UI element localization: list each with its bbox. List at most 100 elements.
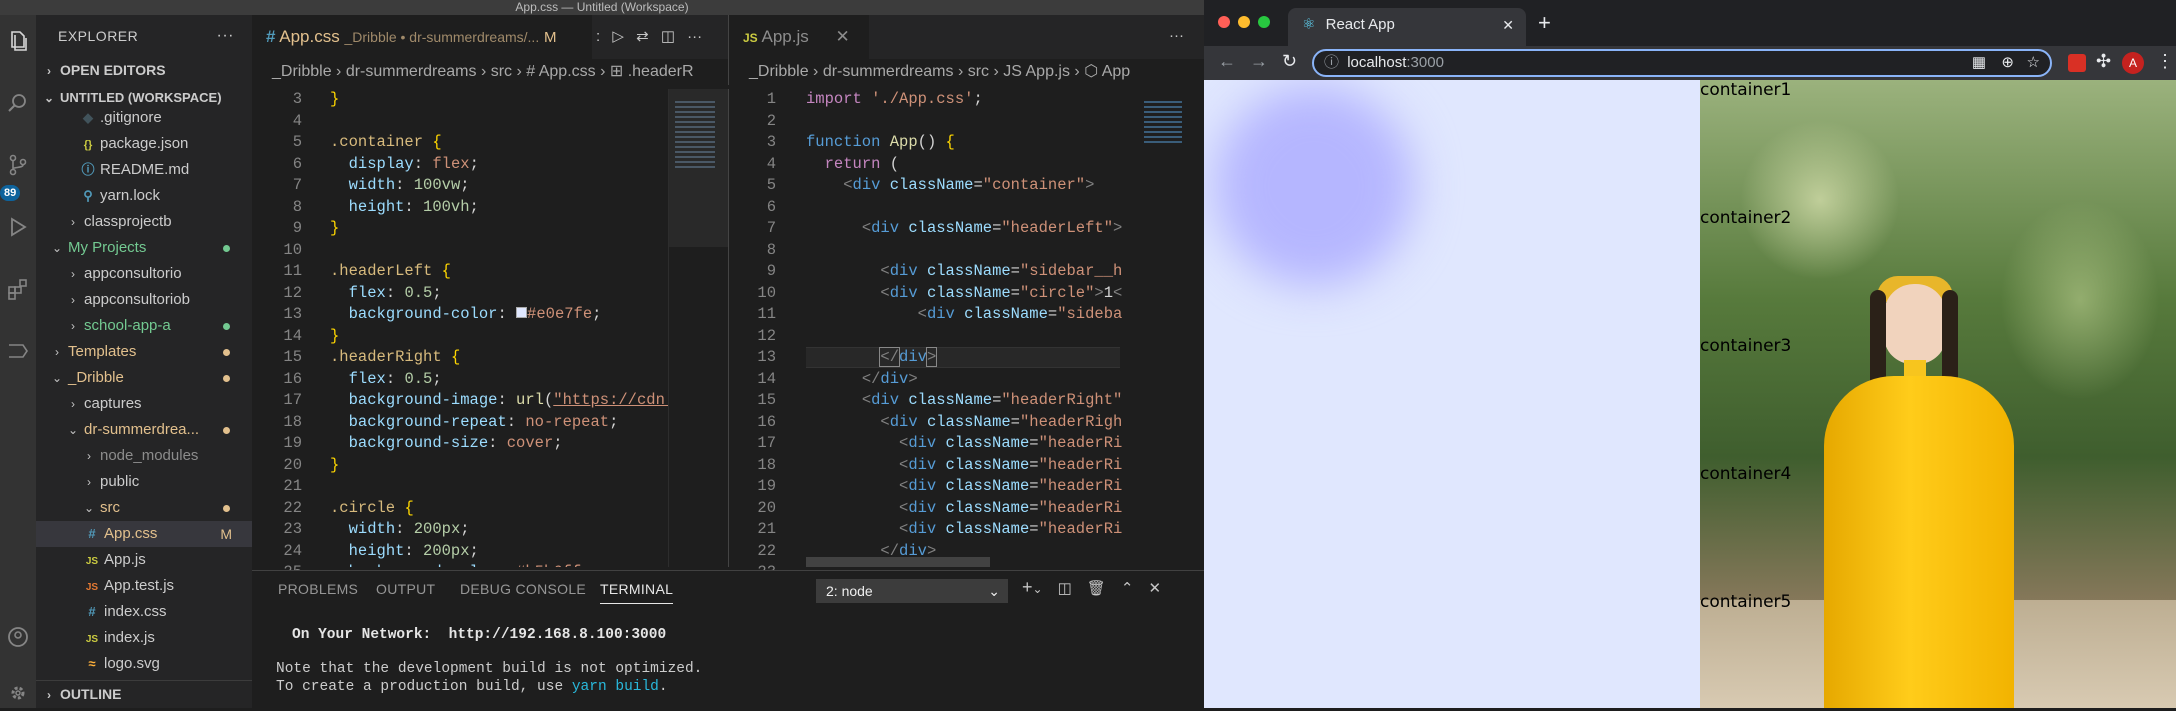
file-app-js[interactable]: JS App.js — [36, 547, 252, 573]
qr-code-icon[interactable]: ▦ — [1972, 51, 1986, 75]
file-yarn-lock[interactable]: ⚲ yarn.lock — [36, 183, 252, 209]
breadcrumb-item[interactable]: dr-summerdreams — [346, 63, 477, 80]
modified-badge: M — [220, 526, 232, 542]
horizontal-scrollbar[interactable] — [806, 557, 990, 567]
more-tabs-icon[interactable]: : — [596, 28, 600, 45]
breadcrumb-item[interactable]: JS App.js — [1003, 63, 1070, 80]
minimize-window-button[interactable] — [1238, 16, 1250, 28]
gear-icon[interactable] — [6, 681, 30, 705]
status-dot — [223, 427, 230, 434]
chevron-right-icon: › — [71, 293, 75, 307]
file-readme[interactable]: ⓘ README.md — [36, 157, 252, 183]
trash-icon[interactable]: 🗑 — [1087, 580, 1106, 597]
folder-node-modules[interactable]: › node_modules — [36, 443, 252, 469]
file-app-css[interactable]: # App.css M — [36, 521, 252, 547]
file-package-json[interactable]: {} package.json — [36, 131, 252, 157]
folder-label: src — [100, 499, 120, 516]
new-tab-button[interactable]: + — [1538, 10, 1551, 36]
file-logo-svg[interactable]: ≈ logo.svg — [36, 651, 252, 673]
tab-problems[interactable]: PROBLEMS — [278, 581, 358, 597]
editor1-code[interactable]: } .container { display: flex; width: 100… — [330, 89, 670, 567]
extensions-icon[interactable] — [6, 277, 30, 301]
folder-captures[interactable]: › captures — [36, 391, 252, 417]
split-terminal-icon[interactable]: ◫ — [1058, 580, 1072, 597]
folder-dribble[interactable]: ⌄ _Dribble — [36, 365, 252, 391]
chevron-right-icon: › — [47, 64, 51, 78]
reload-icon[interactable]: ↻ — [1282, 51, 1297, 72]
remote-explorer-icon[interactable] — [6, 339, 30, 363]
file-gitignore[interactable]: ◆ .gitignore — [36, 105, 252, 131]
folder-my-projects[interactable]: ⌄ My Projects — [36, 235, 252, 261]
more-actions-icon[interactable]: ··· — [1169, 27, 1184, 44]
editor1-minimap[interactable] — [668, 89, 729, 567]
browser-tab[interactable]: ⚛ React App ✕ — [1288, 8, 1526, 46]
breadcrumb-item[interactable]: src — [491, 63, 512, 80]
close-icon[interactable]: ✕ — [835, 27, 849, 46]
folder-classprojectb[interactable]: › classprojectb — [36, 209, 252, 235]
source-control-icon[interactable] — [6, 153, 30, 177]
chevron-right-icon: › — [87, 475, 91, 489]
chevron-up-icon[interactable]: ⌃ — [1121, 580, 1134, 597]
add-terminal-icon[interactable]: + — [1022, 577, 1033, 597]
maximize-window-button[interactable] — [1258, 16, 1270, 28]
close-window-button[interactable] — [1218, 16, 1230, 28]
breadcrumb-item[interactable]: dr-summerdreams — [823, 63, 954, 80]
run-icon[interactable]: ▷ — [612, 28, 624, 45]
browser-tabstrip: ⚛ React App ✕ + — [1204, 0, 2176, 46]
editor2-code[interactable]: import './App.css'; function App() { ret… — [806, 89, 1122, 567]
explorer-header: EXPLORER ··· — [36, 15, 252, 57]
zoom-icon[interactable]: ⊕ — [2001, 51, 2014, 75]
tab-terminal[interactable]: TERMINAL — [600, 581, 674, 604]
outline-section[interactable]: › OUTLINE — [36, 680, 252, 706]
split-editor-icon[interactable]: ◫ — [661, 28, 675, 45]
tab-debug-console[interactable]: DEBUG CONSOLE — [460, 581, 586, 597]
file-label: package.json — [100, 135, 189, 152]
open-editors-section[interactable]: › OPEN EDITORS — [36, 57, 252, 83]
folder-public[interactable]: › public — [36, 469, 252, 495]
file-index-css[interactable]: # index.css — [36, 599, 252, 625]
extension-icon[interactable] — [2068, 54, 2086, 72]
puzzle-icon[interactable]: ✣ — [2096, 51, 2111, 72]
folder-school-app-a[interactable]: › school-app-a — [36, 313, 252, 339]
chevron-down-icon[interactable]: ⌄ — [1033, 582, 1043, 596]
tab-output[interactable]: OUTPUT — [376, 581, 435, 597]
file-app-test-js[interactable]: JS App.test.js — [36, 573, 252, 599]
folder-src[interactable]: ⌄ src — [36, 495, 252, 521]
account-icon[interactable] — [6, 625, 30, 649]
folder-appconsultoriob[interactable]: › appconsultoriob — [36, 287, 252, 313]
file-index-js[interactable]: JS index.js — [36, 625, 252, 651]
breadcrumb-item[interactable]: # App.css — [526, 63, 595, 80]
tab-app-css[interactable]: # App.css _Dribble • dr-summerdreams/...… — [252, 15, 592, 59]
file-label: index.js — [104, 629, 155, 646]
files-icon[interactable] — [6, 29, 30, 53]
breadcrumb-item[interactable]: src — [968, 63, 989, 80]
compare-icon[interactable]: ⇄ — [636, 28, 649, 45]
avatar[interactable]: A — [2122, 52, 2144, 74]
terminal-text: To create a production build, use — [276, 679, 572, 695]
more-actions-icon[interactable]: ··· — [217, 15, 234, 57]
back-icon[interactable]: ← — [1218, 51, 1236, 72]
more-actions-icon[interactable]: ··· — [687, 28, 702, 45]
container-label: container4 — [1700, 464, 1792, 484]
folder-appconsultorio[interactable]: › appconsultorio — [36, 261, 252, 287]
breadcrumb-item[interactable]: _Dribble — [749, 63, 809, 80]
breadcrumb-item[interactable]: _Dribble — [272, 63, 332, 80]
git-icon: ◆ — [83, 110, 93, 125]
folder-dr-summerdreams[interactable]: ⌄ dr-summerdrea... — [36, 417, 252, 443]
editor2-minimap[interactable] — [1140, 89, 1200, 567]
breadcrumb-item[interactable]: ⬡ App — [1084, 63, 1130, 80]
menu-kebab-icon[interactable]: ⋮ — [2156, 51, 2174, 72]
close-icon[interactable]: ✕ — [1148, 580, 1161, 597]
tab-app-js[interactable]: JS App.js ✕ — [729, 15, 869, 59]
tab-label: App.js — [761, 27, 809, 46]
folder-label: school-app-a — [84, 317, 171, 334]
forward-icon[interactable]: → — [1250, 51, 1268, 72]
terminal-select[interactable]: 2: node ⌄ — [816, 579, 1008, 603]
folder-templates[interactable]: › Templates — [36, 339, 252, 365]
breadcrumb-item[interactable]: ⊞ .headerR — [610, 63, 694, 80]
run-debug-icon[interactable] — [6, 215, 30, 239]
close-icon[interactable]: ✕ — [1502, 8, 1514, 42]
search-icon[interactable] — [6, 91, 30, 115]
address-bar[interactable]: ⓘ localhost:3000 ▦ ⊕ ☆ — [1312, 49, 2052, 77]
bookmark-star-icon[interactable]: ☆ — [2027, 51, 2040, 75]
